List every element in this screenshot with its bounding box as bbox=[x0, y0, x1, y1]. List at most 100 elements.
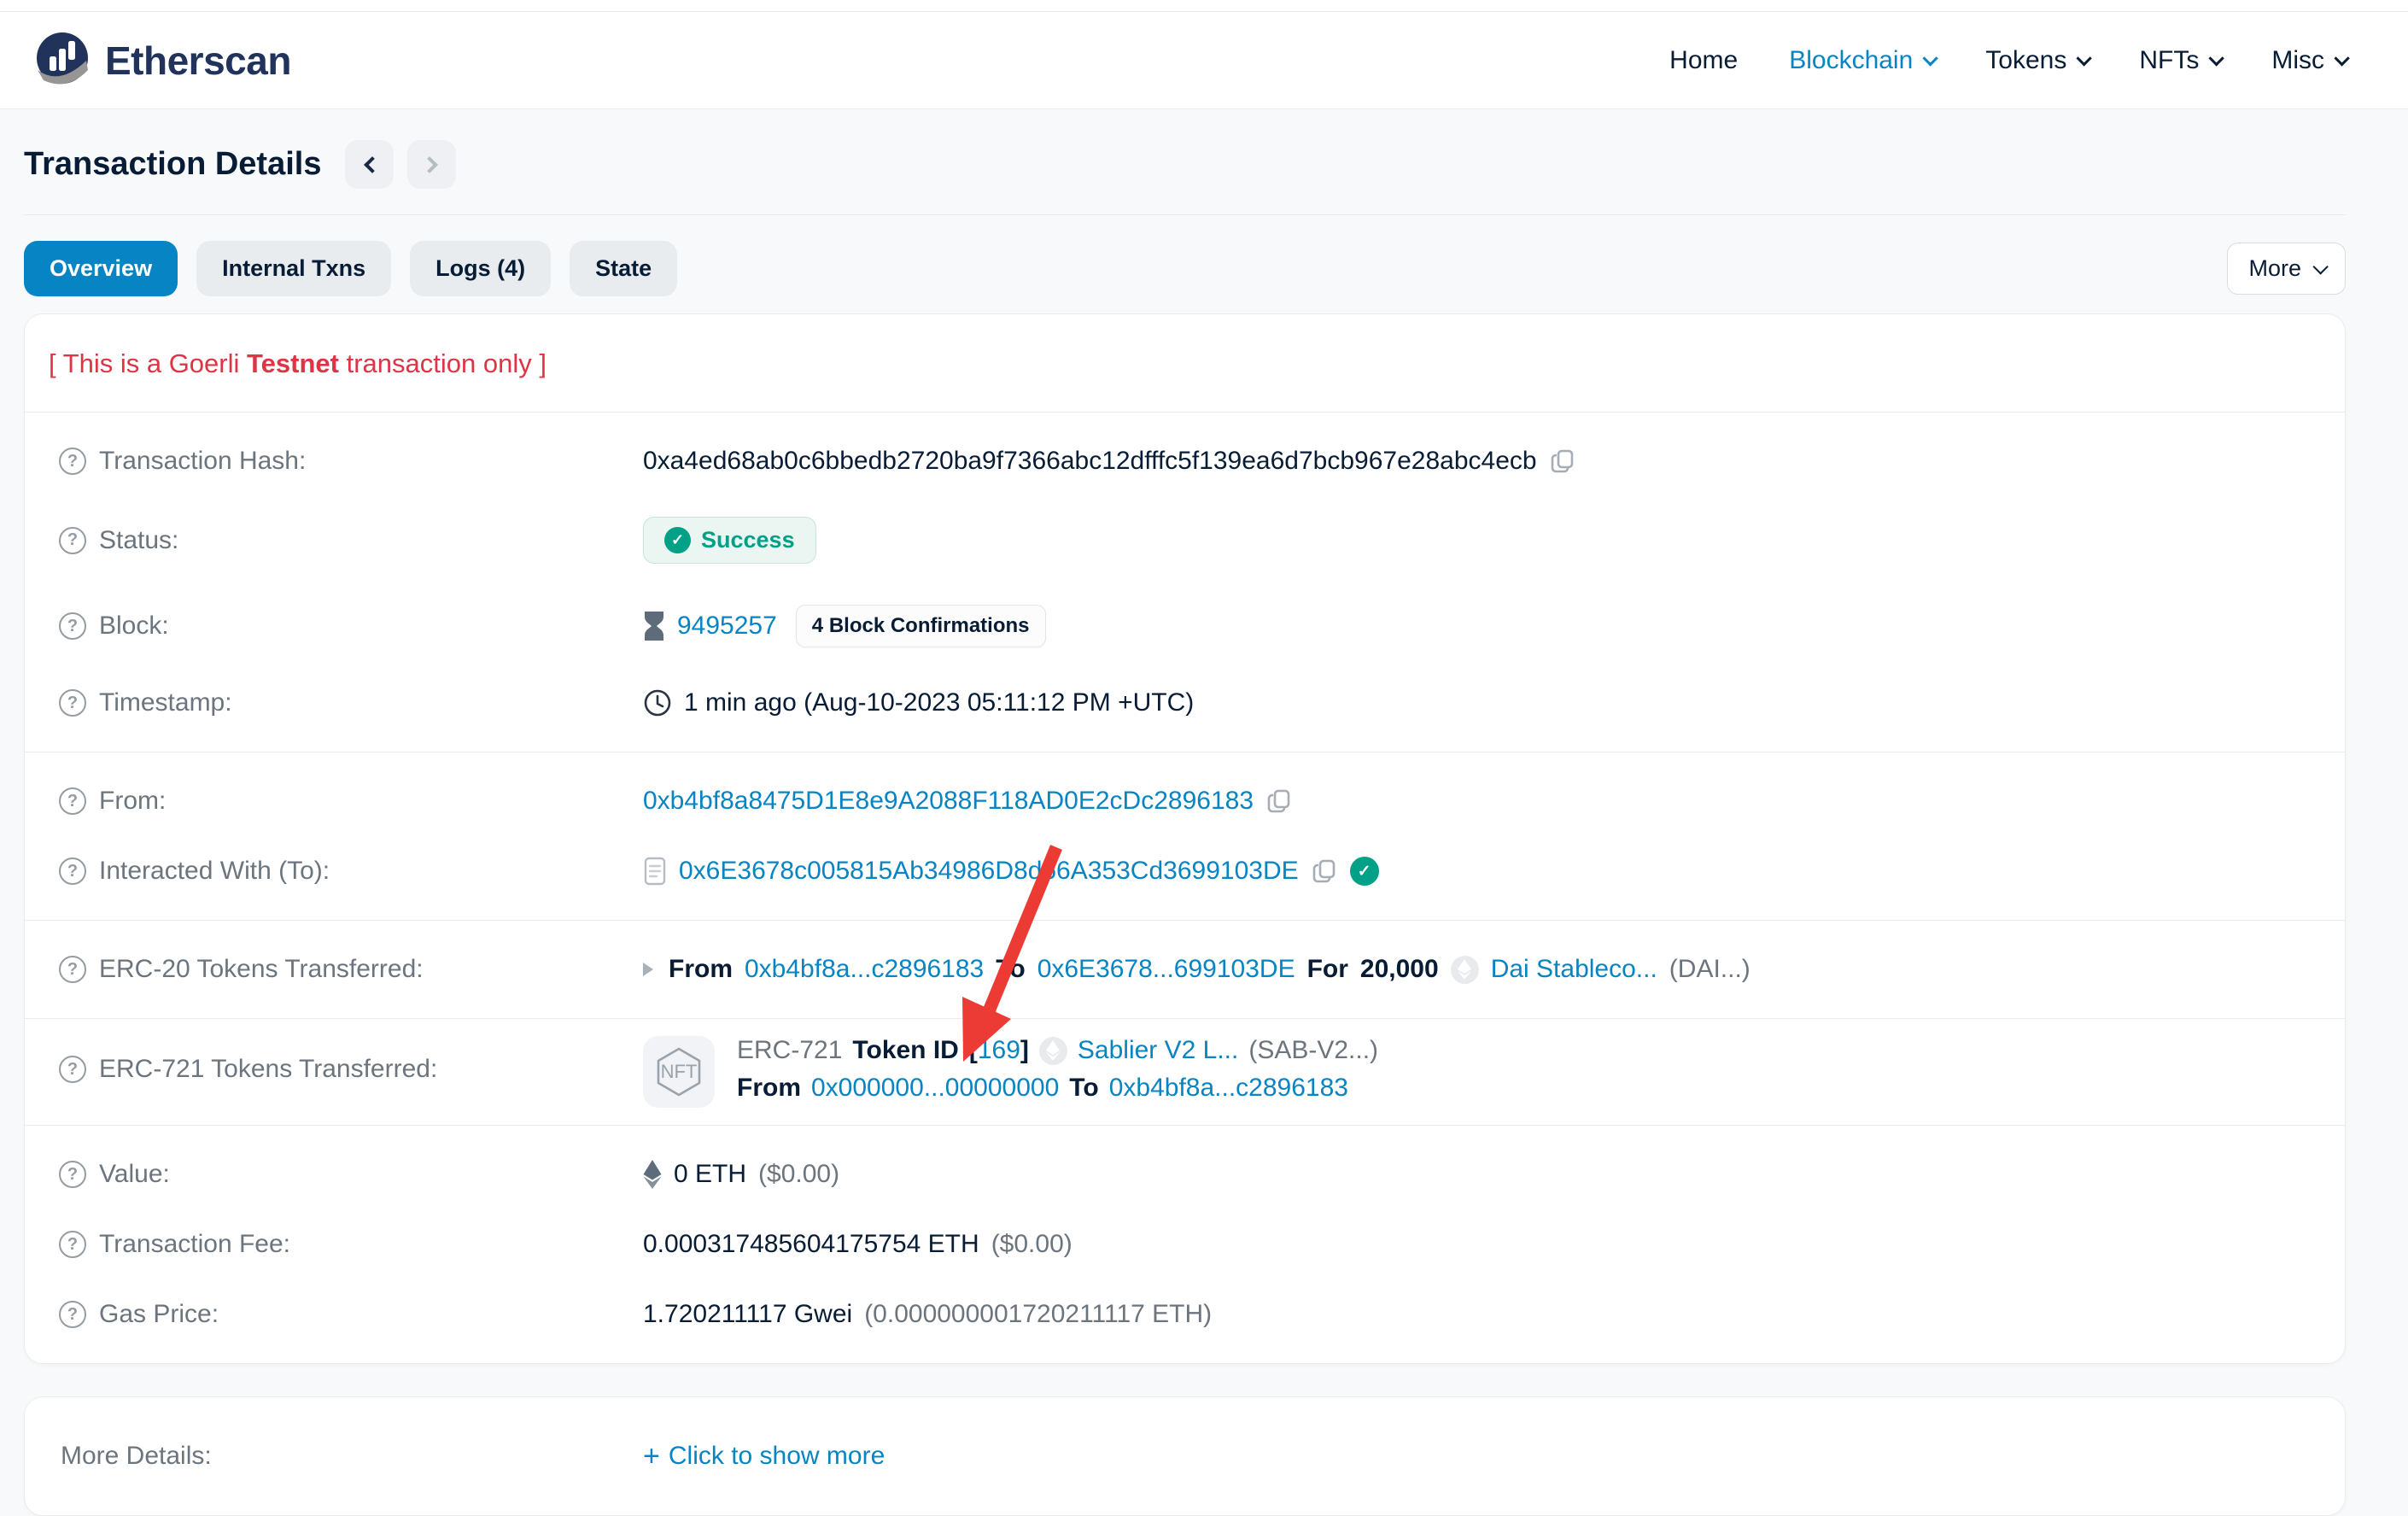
show-more-text: Click to show more bbox=[668, 1442, 885, 1470]
contract-icon bbox=[644, 857, 666, 886]
help-icon[interactable] bbox=[59, 956, 86, 983]
plus-icon: + bbox=[643, 1440, 660, 1472]
row-label-text: ERC-721 Tokens Transferred: bbox=[99, 1055, 438, 1083]
nav-item-blockchain[interactable]: Blockchain bbox=[1789, 45, 1939, 75]
erc721-to-label: To bbox=[1069, 1074, 1099, 1102]
top-strip bbox=[0, 0, 2408, 12]
next-transaction-button[interactable] bbox=[407, 140, 457, 189]
click-to-show-more-link[interactable]: + Click to show more bbox=[643, 1442, 885, 1471]
tab-state[interactable]: State bbox=[570, 241, 678, 296]
gas-price-amount: 1.720211117 Gwei bbox=[643, 1300, 853, 1328]
erc20-from-address-link[interactable]: 0xb4bf8a...c2896183 bbox=[745, 955, 984, 984]
notice-suffix: transaction only ] bbox=[338, 348, 546, 378]
prev-transaction-button[interactable] bbox=[345, 140, 395, 189]
tab-logs[interactable]: Logs (4) bbox=[410, 241, 552, 296]
brand-name: Etherscan bbox=[105, 38, 291, 83]
chevron-left-icon bbox=[364, 155, 381, 173]
chevron-down-icon bbox=[2334, 50, 2350, 67]
interacted-address-link[interactable]: 0x6E3678c005815Ab34986D8d66A353Cd3699103… bbox=[679, 857, 1299, 886]
row-label-text: Timestamp: bbox=[99, 688, 232, 717]
help-icon[interactable] bbox=[59, 787, 86, 815]
transaction-overview-card: [ This is a Goerli Testnet transaction o… bbox=[24, 313, 2346, 1364]
tabs: Overview Internal Txns Logs (4) State bbox=[24, 241, 678, 296]
erc721-token-symbol: (SAB-V2...) bbox=[1248, 1036, 1379, 1064]
section-summary: Transaction Hash: 0xa4ed68ab0c6bbedb2720… bbox=[25, 412, 2345, 752]
erc20-to-label: To bbox=[996, 955, 1026, 983]
etherscan-logo[interactable]: Etherscan bbox=[32, 30, 291, 91]
row-status: Status: Success bbox=[59, 496, 2311, 584]
more-dropdown-button[interactable]: More bbox=[2227, 243, 2346, 295]
tab-overview[interactable]: Overview bbox=[24, 241, 178, 296]
from-address-link[interactable]: 0xb4bf8a8475D1E8e9A2088F118AD0E2cDc28961… bbox=[643, 787, 1254, 816]
erc20-token-link[interactable]: Dai Stableco... bbox=[1491, 955, 1657, 984]
row-label-text: Transaction Fee: bbox=[99, 1230, 290, 1258]
nav-item-home[interactable]: Home bbox=[1669, 46, 1738, 75]
nav-label: Misc bbox=[2271, 45, 2324, 74]
nav-label: Blockchain bbox=[1789, 45, 1914, 74]
block-confirmations-badge: 4 Block Confirmations bbox=[795, 605, 1046, 647]
nav-item-nfts[interactable]: NFTs bbox=[2139, 45, 2225, 75]
erc721-from-address-link[interactable]: 0x000000...00000000 bbox=[811, 1074, 1059, 1103]
erc20-to-address-link[interactable]: 0x6E3678...699103DE bbox=[1037, 955, 1295, 984]
row-erc721-transfers: ERC-721 Tokens Transferred: NFT ERC-721 … bbox=[59, 1036, 2311, 1108]
help-icon[interactable] bbox=[59, 526, 86, 554]
help-icon[interactable] bbox=[59, 1301, 86, 1328]
erc721-to-address-link[interactable]: 0xb4bf8a...c2896183 bbox=[1109, 1074, 1348, 1103]
nav-label: Home bbox=[1669, 45, 1739, 74]
main-nav: Home Blockchain Tokens NFTs Misc bbox=[1669, 45, 2350, 75]
copy-icon[interactable] bbox=[1311, 858, 1338, 885]
row-label-text: Interacted With (To): bbox=[99, 857, 330, 885]
row-label-text: Status: bbox=[99, 525, 179, 554]
chevron-down-icon bbox=[2208, 50, 2225, 67]
nft-thumbnail[interactable]: NFT bbox=[643, 1036, 715, 1108]
copy-icon[interactable] bbox=[1265, 787, 1293, 815]
row-timestamp: Timestamp: 1 min ago (Aug-10-2023 05:11:… bbox=[59, 668, 2311, 738]
notice-prefix: [ This is a Goerli bbox=[49, 348, 248, 378]
status-badge: Success bbox=[643, 517, 816, 564]
row-label-text: Transaction Hash: bbox=[99, 447, 307, 475]
caret-right-icon[interactable] bbox=[643, 963, 653, 976]
page-head: Transaction Details bbox=[24, 109, 2346, 215]
help-icon[interactable] bbox=[59, 689, 86, 717]
erc721-token-id-link[interactable]: 169 bbox=[978, 1036, 1020, 1065]
timestamp-value: 1 min ago (Aug-10-2023 05:11:12 PM +UTC) bbox=[684, 688, 1195, 717]
nav-item-misc[interactable]: Misc bbox=[2271, 45, 2350, 75]
row-transaction-fee: Transaction Fee: 0.000317485604175754 ET… bbox=[59, 1209, 2311, 1279]
dai-token-icon bbox=[1450, 955, 1479, 984]
help-icon[interactable] bbox=[59, 1056, 86, 1083]
erc721-from-label: From bbox=[737, 1074, 801, 1102]
row-label-text: Gas Price: bbox=[99, 1300, 219, 1328]
row-more-details: More Details: + Click to show more bbox=[59, 1411, 2311, 1501]
help-icon[interactable] bbox=[59, 448, 86, 475]
row-erc20-transfers: ERC-20 Tokens Transferred: From 0xb4bf8a… bbox=[59, 934, 2311, 1004]
help-icon[interactable] bbox=[59, 1231, 86, 1258]
fee-usd: ($0.00) bbox=[991, 1230, 1072, 1258]
erc20-from-label: From bbox=[669, 955, 733, 983]
testnet-notice: [ This is a Goerli Testnet transaction o… bbox=[25, 314, 2345, 412]
transaction-hash-value: 0xa4ed68ab0c6bbedb2720ba9f7366abc12dfffc… bbox=[643, 447, 1537, 475]
help-icon[interactable] bbox=[59, 1161, 86, 1188]
site-header: Etherscan Home Blockchain Tokens NFTs Mi… bbox=[0, 12, 2408, 109]
sablier-token-icon bbox=[1038, 1036, 1067, 1065]
section-value-fee: Value: 0 ETH ($0.00) Transaction Fee: bbox=[25, 1125, 2345, 1363]
row-block: Block: 9495257 4 Block Confirmations bbox=[59, 584, 2311, 668]
chevron-down-icon bbox=[2312, 259, 2329, 275]
tab-internal-txns[interactable]: Internal Txns bbox=[196, 241, 392, 296]
bracket-open: [ bbox=[968, 1036, 978, 1064]
copy-icon[interactable] bbox=[1549, 448, 1576, 475]
section-erc721: ERC-721 Tokens Transferred: NFT ERC-721 … bbox=[25, 1018, 2345, 1125]
status-text: Success bbox=[701, 527, 795, 553]
block-number-link[interactable]: 9495257 bbox=[677, 612, 777, 641]
nav-item-tokens[interactable]: Tokens bbox=[1985, 46, 2093, 75]
row-transaction-hash: Transaction Hash: 0xa4ed68ab0c6bbedb2720… bbox=[59, 426, 2311, 496]
more-label: More bbox=[2248, 255, 2301, 281]
help-icon[interactable] bbox=[59, 612, 86, 640]
erc721-token-link[interactable]: Sablier V2 L... bbox=[1078, 1036, 1238, 1065]
help-icon[interactable] bbox=[59, 858, 86, 885]
nav-label: NFTs bbox=[2139, 45, 2200, 74]
row-value: Value: 0 ETH ($0.00) bbox=[59, 1139, 2311, 1209]
section-more-details: More Details: + Click to show more bbox=[25, 1397, 2345, 1515]
erc20-token-symbol: (DAI...) bbox=[1669, 955, 1750, 983]
eth-icon bbox=[643, 1160, 662, 1189]
row-label-text: Block: bbox=[99, 612, 169, 640]
